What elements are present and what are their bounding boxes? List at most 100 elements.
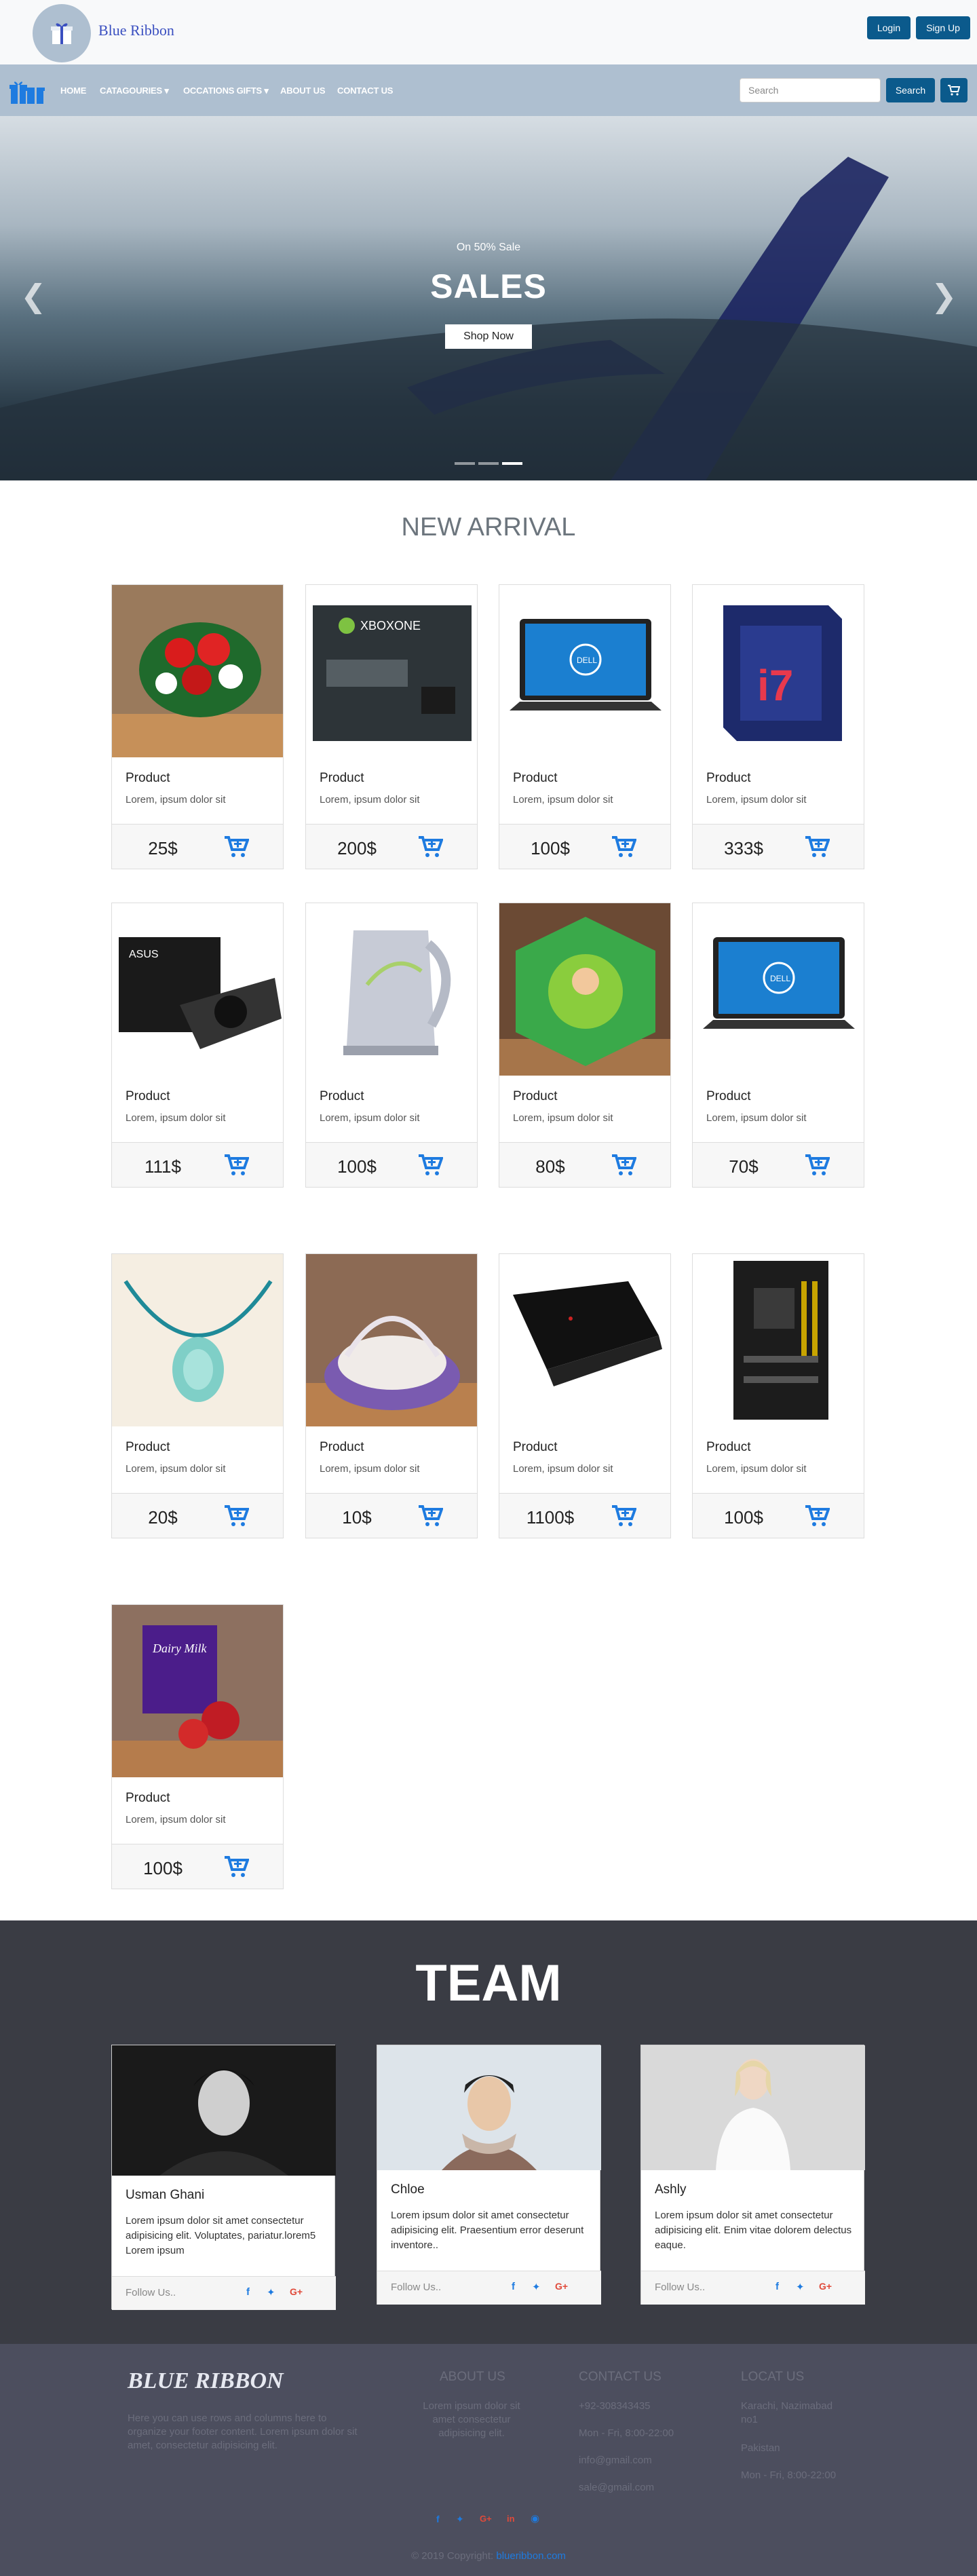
facebook-icon[interactable]: f <box>775 2281 779 2292</box>
google-plus-icon[interactable]: G+ <box>819 2281 832 2292</box>
product-name: Product <box>126 1440 170 1454</box>
carousel-indicator-3[interactable] <box>502 462 522 465</box>
google-plus-icon[interactable]: G+ <box>480 2514 492 2524</box>
google-plus-icon[interactable]: G+ <box>555 2281 568 2292</box>
footer-email-sale[interactable]: sale@gmail.com <box>579 2481 654 2495</box>
product-card[interactable]: i7 Product Lorem, ipsum dolor sit 333$ <box>692 584 864 869</box>
svg-text:DELL: DELL <box>770 974 790 983</box>
footer-email-info[interactable]: info@gmail.com <box>579 2454 652 2467</box>
follow-label: Follow Us.. <box>391 2281 442 2293</box>
search-button[interactable]: Search <box>886 78 935 102</box>
nav-about-us[interactable]: ABOUT US <box>280 86 325 96</box>
product-card[interactable]: Dairy Milk Product Lorem, ipsum dolor sit 1… <box>111 1604 284 1889</box>
product-footer: 20$ <box>112 1493 283 1538</box>
copyright-link[interactable]: blueribbon.com <box>496 2550 566 2562</box>
facebook-icon[interactable]: f <box>246 2286 250 2298</box>
add-to-cart-icon[interactable] <box>805 1504 830 1531</box>
facebook-icon[interactable]: f <box>512 2281 515 2292</box>
product-image[interactable] <box>693 1254 864 1426</box>
svg-text:XBOXONE: XBOXONE <box>360 619 421 632</box>
product-image[interactable] <box>306 903 477 1076</box>
product-image[interactable] <box>112 1254 283 1426</box>
product-image[interactable]: DELL <box>693 903 864 1076</box>
product-card[interactable]: Product Lorem, ipsum dolor sit 100$ <box>305 903 478 1188</box>
search-input[interactable]: Search <box>740 78 881 102</box>
product-name: Product <box>513 771 558 785</box>
add-to-cart-icon[interactable] <box>419 1154 444 1180</box>
product-card[interactable]: DELL Product Lorem, ipsum dolor sit 100$ <box>499 584 671 869</box>
product-card[interactable]: Product Lorem, ipsum dolor sit 20$ <box>111 1253 284 1538</box>
product-description: Lorem, ipsum dolor sit <box>320 1463 420 1475</box>
carousel-indicator-1[interactable] <box>455 462 475 465</box>
shop-now-button[interactable]: Shop Now <box>445 324 532 349</box>
follow-label: Follow Us.. <box>655 2281 706 2293</box>
twitter-icon[interactable]: ✦ <box>532 2281 541 2293</box>
product-image[interactable]: XBOXONE <box>306 585 477 757</box>
hero-carousel: On 50% Sale SALES Shop Now ❮ ❯ <box>0 116 977 480</box>
add-to-cart-icon[interactable] <box>419 1504 444 1531</box>
signup-button[interactable]: Sign Up <box>916 16 970 39</box>
product-description: Lorem, ipsum dolor sit <box>126 1814 226 1825</box>
brand-name[interactable]: Blue Ribbon <box>98 22 174 39</box>
footer-about-heading: ABOUT US <box>440 2370 505 2384</box>
product-price: 1100$ <box>526 1507 575 1528</box>
twitter-icon[interactable]: ✦ <box>267 2286 275 2298</box>
add-to-cart-icon[interactable] <box>612 835 637 862</box>
product-image[interactable] <box>499 1254 670 1426</box>
product-card[interactable]: Product Lorem, ipsum dolor sit 10$ <box>305 1253 478 1538</box>
add-to-cart-icon[interactable] <box>805 1154 830 1180</box>
add-to-cart-icon[interactable] <box>225 1504 250 1531</box>
product-name: Product <box>126 1089 170 1103</box>
cart-button[interactable] <box>940 78 968 102</box>
login-button[interactable]: Login <box>867 16 911 39</box>
facebook-icon[interactable]: f <box>436 2514 440 2524</box>
add-to-cart-icon[interactable] <box>225 1154 250 1180</box>
twitter-icon[interactable]: ✦ <box>796 2281 805 2293</box>
product-price: 200$ <box>337 838 377 858</box>
team-section: TEAM Usman Ghani Lorem ipsum dolor sit a… <box>0 1920 977 2344</box>
product-card[interactable]: Product Lorem, ipsum dolor sit 25$ <box>111 584 284 869</box>
product-image[interactable] <box>112 585 283 757</box>
carousel-indicator-2[interactable] <box>478 462 499 465</box>
add-to-cart-icon[interactable] <box>612 1154 637 1180</box>
add-to-cart-icon[interactable] <box>419 835 444 862</box>
nav-categories[interactable]: CATAGOURIES ▾ <box>100 86 169 96</box>
linkedin-icon[interactable]: in <box>507 2514 515 2524</box>
nav-occasion-gifts[interactable]: OCCATIONS GIFTS ▾ <box>183 86 269 96</box>
add-to-cart-icon[interactable] <box>225 835 250 862</box>
product-card[interactable]: Product Lorem, ipsum dolor sit 1100$ <box>499 1253 671 1538</box>
product-image[interactable] <box>306 1254 477 1426</box>
product-footer: 100$ <box>112 1844 283 1889</box>
product-price: 100$ <box>143 1858 183 1878</box>
nav-contact-us[interactable]: CONTACT US <box>337 86 393 96</box>
product-card[interactable]: Product Lorem, ipsum dolor sit 100$ <box>692 1253 864 1538</box>
gifts-icon[interactable] <box>9 78 45 105</box>
product-image[interactable]: i7 <box>693 585 864 757</box>
member-name: Chloe <box>391 2182 425 2197</box>
nav-home[interactable]: HOME <box>60 86 86 96</box>
product-image[interactable]: ASUS <box>112 903 283 1076</box>
brand-logo[interactable] <box>33 4 91 62</box>
product-card[interactable]: XBOXONE Product Lorem, ipsum dolor sit 200$ <box>305 584 478 869</box>
footer-hours: Mon - Fri, 8:00-22:00 <box>579 2427 674 2439</box>
carousel-prev-icon[interactable]: ❮ <box>20 278 47 314</box>
product-image[interactable]: DELL <box>499 585 670 757</box>
product-price: 111$ <box>145 1156 181 1177</box>
google-plus-icon[interactable]: G+ <box>290 2286 303 2297</box>
instagram-icon[interactable]: ◉ <box>531 2512 539 2524</box>
product-card[interactable]: ASUS Product Lorem, ipsum dolor sit 111$ <box>111 903 284 1188</box>
product-card[interactable]: DELL Product Lorem, ipsum dolor sit 70$ <box>692 903 864 1188</box>
add-to-cart-icon[interactable] <box>612 1504 637 1531</box>
carousel-next-icon[interactable]: ❯ <box>931 278 957 314</box>
add-to-cart-icon[interactable] <box>805 835 830 862</box>
product-price: 100$ <box>531 838 570 858</box>
product-image[interactable] <box>499 903 670 1076</box>
product-footer: 100$ <box>306 1142 477 1187</box>
product-image[interactable]: Dairy Milk <box>112 1605 283 1777</box>
top-header: Blue Ribbon Login Sign Up <box>0 0 977 64</box>
product-description: Lorem, ipsum dolor sit <box>126 1463 226 1475</box>
product-card[interactable]: Product Lorem, ipsum dolor sit 80$ <box>499 903 671 1188</box>
add-to-cart-icon[interactable] <box>225 1855 250 1882</box>
product-name: Product <box>706 1089 751 1103</box>
twitter-icon[interactable]: ✦ <box>456 2514 464 2525</box>
